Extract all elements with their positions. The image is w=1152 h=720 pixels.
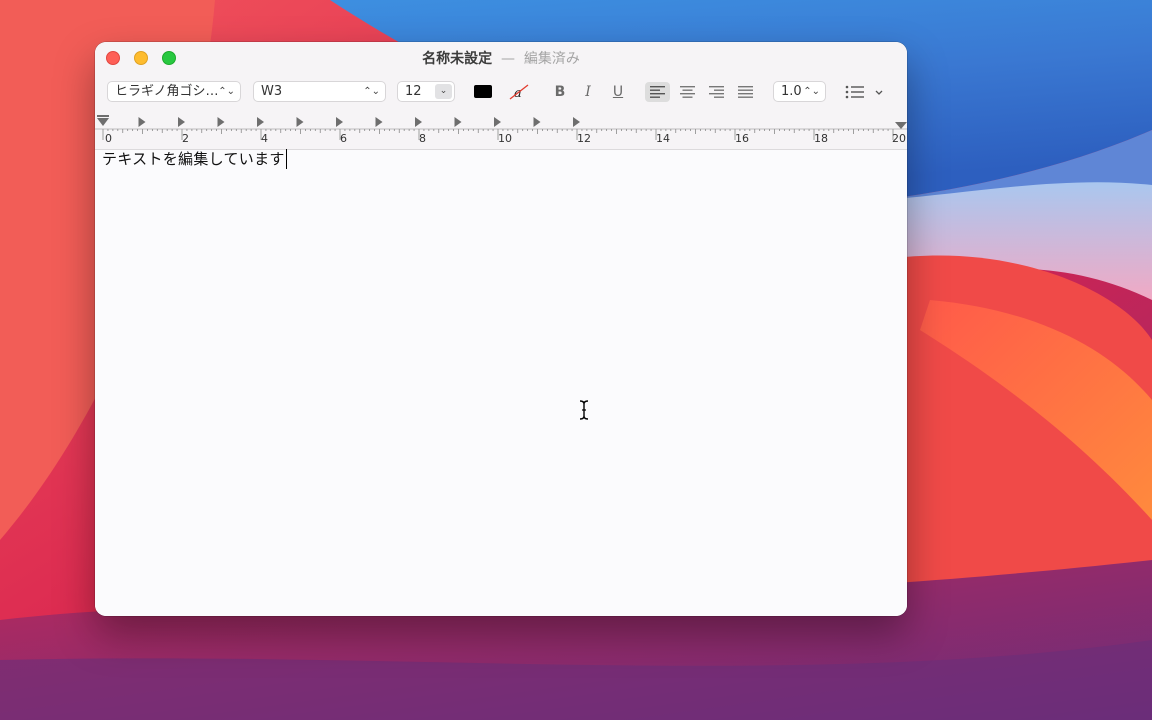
text-document-area[interactable]: テキストを編集しています <box>95 148 907 616</box>
text-cursor-icon <box>579 400 589 420</box>
font-style-value: W3 <box>261 84 283 99</box>
font-size-combobox[interactable]: 12 ⌄ <box>397 81 455 102</box>
indent-marker-icon <box>97 118 109 126</box>
edited-status: 編集済み <box>523 51 580 67</box>
font-size-value: 12 <box>405 84 422 99</box>
ruler-label: 2 <box>182 132 189 145</box>
tab-stop-icon <box>336 117 343 127</box>
updown-icon: ⌃⌄ <box>218 86 235 97</box>
document-name: 名称未設定 <box>422 51 493 67</box>
tab-stop-icon <box>415 117 422 127</box>
ruler-label: 12 <box>577 132 591 145</box>
desktop: 名称未設定 — 編集済み ヒラギノ角ゴシ… ⌃⌄ W3 ⌃⌄ 12 ⌄ a B <box>0 0 1152 720</box>
tab-stop-icon <box>494 117 501 127</box>
tab-stop-icon <box>454 117 462 127</box>
text-color-well[interactable] <box>474 85 492 98</box>
font-family-popup[interactable]: ヒラギノ角ゴシ… ⌃⌄ <box>107 81 241 102</box>
align-left-icon <box>650 86 665 98</box>
ruler[interactable]: 0 2 4 6 8 10 12 14 16 18 20 <box>95 112 907 149</box>
tab-stop-icon <box>573 117 580 127</box>
align-left-button[interactable] <box>645 82 670 102</box>
ruler-label: 8 <box>419 132 426 145</box>
window-title: 名称未設定 — 編集済み <box>95 48 907 68</box>
ruler-label: 20 <box>892 132 906 145</box>
underline-button[interactable]: U <box>608 82 628 102</box>
italic-button[interactable]: I <box>578 82 598 102</box>
ruler-label: 10 <box>498 132 512 145</box>
ruler-label: 0 <box>105 132 112 145</box>
align-justify-icon <box>738 86 753 98</box>
line-spacing-value: 1.0 <box>781 84 802 99</box>
ruler-label: 16 <box>735 132 749 145</box>
tab-stop-icon <box>296 117 304 127</box>
updown-icon: ⌃⌄ <box>363 86 380 97</box>
updown-icon: ⌃⌄ <box>803 86 820 97</box>
document-body: テキストを編集しています <box>102 150 285 168</box>
first-line-indent-marker <box>97 115 109 117</box>
tab-stop-icon <box>375 117 383 127</box>
titlebar-toolbar: 名称未設定 — 編集済み ヒラギノ角ゴシ… ⌃⌄ W3 ⌃⌄ 12 ⌄ a B <box>95 42 907 150</box>
align-center-icon <box>680 86 695 98</box>
font-style-popup[interactable]: W3 ⌃⌄ <box>253 81 386 102</box>
textedit-window: 名称未設定 — 編集済み ヒラギノ角ゴシ… ⌃⌄ W3 ⌃⌄ 12 ⌄ a B <box>95 42 907 616</box>
tab-stop-icon <box>178 117 185 127</box>
document-text[interactable]: テキストを編集しています <box>102 148 287 169</box>
tab-stop-icon <box>217 117 225 127</box>
ruler-label: 4 <box>261 132 268 145</box>
font-family-value: ヒラギノ角ゴシ… <box>115 84 219 99</box>
insertion-caret <box>285 149 287 169</box>
align-right-icon <box>709 86 724 98</box>
chevron-down-icon <box>875 90 883 95</box>
ruler-label: 6 <box>340 132 347 145</box>
title-separator: — <box>501 51 515 67</box>
bold-button[interactable]: B <box>550 82 570 102</box>
indent-marker-icon <box>895 122 907 129</box>
tab-stop-icon <box>533 117 541 127</box>
stepper-down-icon[interactable]: ⌄ <box>435 84 452 99</box>
align-center-button[interactable] <box>675 82 700 102</box>
ruler-label: 14 <box>656 132 670 145</box>
align-right-button[interactable] <box>704 82 729 102</box>
tab-stop-icon <box>138 117 146 127</box>
align-justify-button[interactable] <box>733 82 758 102</box>
list-style-button[interactable] <box>843 82 888 102</box>
list-icon <box>845 85 864 99</box>
ruler-label: 18 <box>814 132 828 145</box>
line-spacing-popup[interactable]: 1.0 ⌃⌄ <box>773 81 826 102</box>
tab-stop-icon <box>257 117 264 127</box>
no-color-icon[interactable]: a <box>508 83 530 101</box>
